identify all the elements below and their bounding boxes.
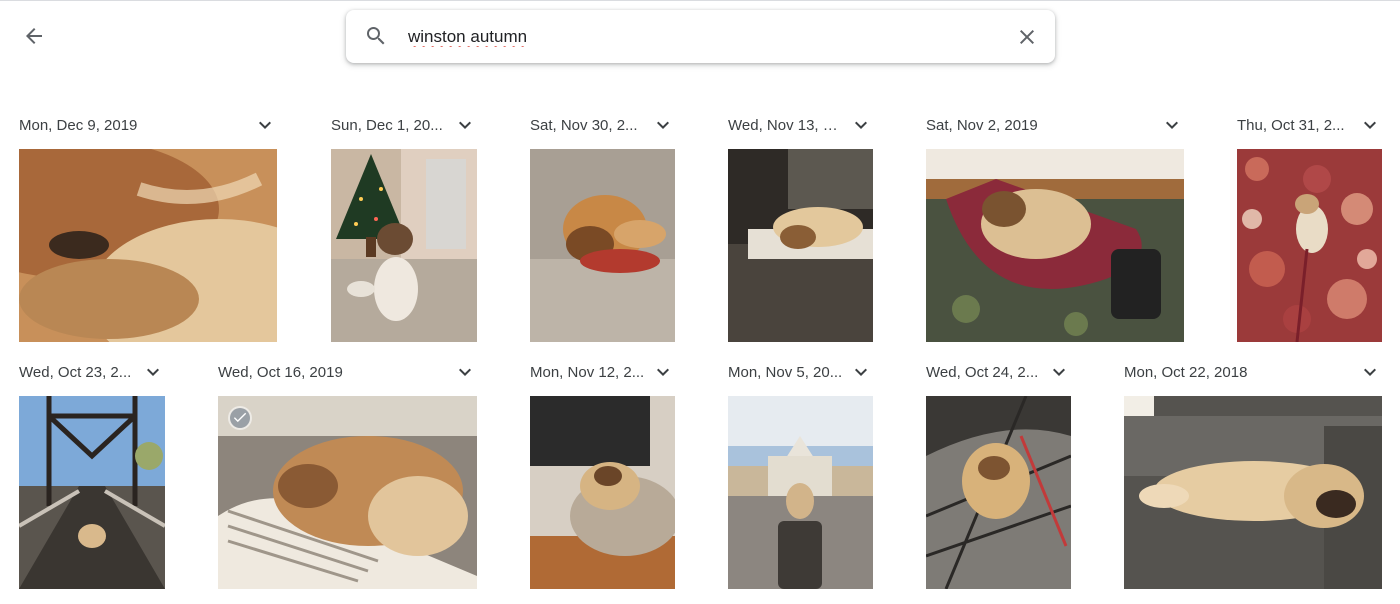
photo-thumbnail[interactable]	[1237, 149, 1382, 342]
expand-group-button[interactable]	[849, 360, 873, 384]
group-date: Mon, Oct 22, 2018	[1124, 363, 1248, 381]
check-circle-icon	[230, 408, 250, 428]
expand-group-button[interactable]	[453, 360, 477, 384]
group-date: Mon, Nov 5, 20...	[728, 363, 843, 381]
expand-group-button[interactable]	[253, 113, 277, 137]
dog-on-bridge-photo	[19, 396, 165, 589]
photo-thumbnail[interactable]	[728, 149, 873, 342]
photo-thumbnail[interactable]	[19, 396, 165, 589]
arrow-back-icon	[26, 28, 42, 44]
chevron-down-icon	[1053, 368, 1065, 376]
group-date: Mon, Nov 12, 2...	[530, 363, 645, 381]
photo-thumbnail[interactable]	[218, 396, 477, 589]
group-date: Sat, Nov 2, 2019	[926, 116, 1038, 134]
chevron-down-icon	[855, 368, 867, 376]
search-bar	[346, 10, 1055, 63]
dog-on-leaves-photo	[1237, 149, 1382, 342]
dog-closeup-photo	[19, 149, 277, 342]
photo-thumbnail[interactable]	[728, 396, 873, 589]
expand-group-button[interactable]	[651, 360, 675, 384]
select-photo-checkbox[interactable]	[228, 406, 252, 430]
expand-group-button[interactable]	[453, 113, 477, 137]
chevron-down-icon	[459, 368, 471, 376]
group-date: Wed, Oct 16, 2019	[218, 363, 343, 381]
dog-sleeping-on-couch-photo	[1124, 396, 1382, 589]
photo-thumbnail[interactable]	[926, 396, 1071, 589]
group-date: Thu, Oct 31, 2...	[1237, 116, 1345, 134]
dog-on-pillow-photo	[218, 396, 477, 589]
close-icon	[1020, 30, 1034, 44]
expand-group-button[interactable]	[849, 113, 873, 137]
photo-thumbnail[interactable]	[530, 396, 675, 589]
group-date: Sun, Dec 1, 20...	[331, 116, 443, 134]
group-date: Wed, Oct 24, 2...	[926, 363, 1039, 381]
expand-group-button[interactable]	[1160, 113, 1184, 137]
chevron-down-icon	[259, 121, 271, 129]
group-date: Wed, Nov 13, 2...	[728, 116, 843, 134]
photo-thumbnail[interactable]	[926, 149, 1184, 342]
expand-group-button[interactable]	[141, 360, 165, 384]
group-date: Sat, Nov 30, 2...	[530, 116, 638, 134]
photo-thumbnail[interactable]	[1124, 396, 1382, 589]
dog-at-church-plaza-photo	[728, 396, 873, 589]
chevron-down-icon	[1364, 121, 1376, 129]
search-input[interactable]	[408, 23, 988, 51]
group-date: Mon, Dec 9, 2019	[19, 116, 138, 134]
dog-with-toy-photo	[530, 149, 675, 342]
chevron-down-icon	[147, 368, 159, 376]
photo-thumbnail[interactable]	[530, 149, 675, 342]
dog-in-bouncer-photo	[926, 149, 1184, 342]
dog-in-bed-photo	[530, 396, 675, 589]
group-date: Wed, Oct 23, 2...	[19, 363, 132, 381]
chevron-down-icon	[657, 121, 669, 129]
christmas-tree-dog-photo	[331, 149, 477, 342]
expand-group-button[interactable]	[651, 113, 675, 137]
top-divider	[0, 0, 1400, 1]
back-button[interactable]	[14, 16, 54, 56]
expand-group-button[interactable]	[1047, 360, 1071, 384]
chevron-down-icon	[855, 121, 867, 129]
clear-search-button[interactable]	[1014, 24, 1040, 50]
photo-thumbnail[interactable]	[331, 149, 477, 342]
expand-group-button[interactable]	[1358, 360, 1382, 384]
dog-on-patio-photo	[926, 396, 1071, 589]
photo-thumbnail[interactable]	[19, 149, 277, 342]
chevron-down-icon	[459, 121, 471, 129]
chevron-down-icon	[1166, 121, 1178, 129]
search-icon[interactable]	[364, 24, 388, 48]
expand-group-button[interactable]	[1358, 113, 1382, 137]
dog-in-sunlight-photo	[728, 149, 873, 342]
chevron-down-icon	[1364, 368, 1376, 376]
chevron-down-icon	[657, 368, 669, 376]
